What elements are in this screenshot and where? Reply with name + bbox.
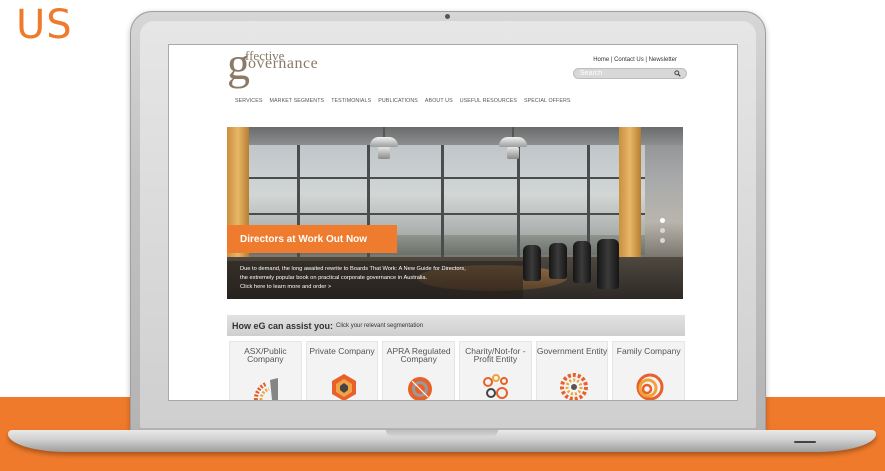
search-icon[interactable] [674, 70, 681, 77]
logo-bottom-word: overnance [248, 55, 319, 72]
chair-icon [523, 245, 541, 281]
assist-title: How eG can assist you: [232, 320, 334, 331]
pendant-lamp-icon [370, 127, 398, 163]
hero-learn-more-link[interactable]: Click here to learn more and order > [240, 283, 523, 292]
hero-caption: Due to demand, the long awaited rewrite … [227, 261, 523, 299]
laptop-led [794, 441, 816, 443]
search-box[interactable] [573, 68, 687, 79]
window-mullion [441, 145, 444, 260]
hero-ceiling [227, 127, 683, 145]
government-segment-icon [559, 373, 588, 400]
assist-bar: How eG can assist you: Click your releva… [227, 315, 685, 336]
segment-card-apra[interactable]: APRA Regulated Company [382, 341, 456, 400]
slide-dot[interactable] [660, 218, 665, 223]
hero-banner[interactable]: Directors at Work Out Now [227, 225, 397, 253]
pendant-lamp-icon [499, 127, 527, 163]
nav-publications[interactable]: PUBLICATIONS [378, 98, 418, 104]
chair-icon [549, 243, 567, 279]
segment-card-family[interactable]: Family Company [612, 341, 686, 400]
hero-caption-line: Due to demand, the long awaited rewrite … [240, 266, 466, 272]
hero-slider[interactable]: Directors at Work Out Now Due to demand,… [227, 127, 683, 299]
corner-text: US [16, 2, 73, 48]
segment-label: Private Company [309, 346, 375, 356]
segment-cards: ASX/Public Company Private Company APRA … [229, 341, 686, 400]
laptop-screen: g ffective overnance Home | Contact Us |… [168, 44, 738, 401]
assist-subtitle: Click your relevant segmentation [336, 322, 424, 329]
chair-icon [597, 239, 619, 289]
chair-icon [573, 241, 591, 283]
nav-useful-resources[interactable]: USEFUL RESOURCES [460, 98, 517, 104]
laptop-notch [386, 430, 498, 437]
window-transom [245, 177, 645, 179]
segment-card-asx-public[interactable]: ASX/Public Company [229, 341, 302, 400]
segment-card-private[interactable]: Private Company [305, 341, 379, 400]
window-transom [245, 213, 645, 215]
nav-services[interactable]: SERVICES [235, 98, 263, 104]
nav-market-segments[interactable]: MARKET SEGMENTS [270, 98, 325, 104]
nav-testimonials[interactable]: TESTIMONIALS [331, 98, 371, 104]
segment-label: Government Entity [536, 346, 608, 356]
charity-segment-icon [483, 374, 509, 399]
hero-caption-line: the extremely popular book on practical … [240, 275, 428, 281]
nav-special-offers[interactable]: SPECIAL OFFERS [524, 98, 571, 104]
website: g ffective overnance Home | Contact Us |… [169, 45, 737, 400]
private-company-segment-icon [331, 374, 356, 400]
segment-label: APRA Regulated Company [386, 346, 451, 364]
segment-card-government[interactable]: Government Entity [535, 341, 609, 400]
slide-dot[interactable] [660, 238, 665, 243]
slide-dot[interactable] [660, 228, 665, 233]
search-input[interactable] [580, 69, 670, 78]
main-nav: SERVICES MARKET SEGMENTS TESTIMONIALS PU… [235, 98, 571, 104]
site-logo[interactable]: g ffective overnance [227, 45, 367, 93]
segment-label: ASX/Public Company [244, 346, 287, 364]
asx-public-segment-icon [253, 378, 278, 400]
apra-regulated-segment-icon [408, 377, 433, 400]
segment-card-charity[interactable]: Charity/Not-for -Profit Entity [459, 341, 532, 400]
family-company-segment-icon [636, 373, 664, 400]
laptop-base [8, 430, 876, 452]
segment-label: Family Company [616, 346, 681, 356]
slide-dots [660, 218, 665, 243]
top-links[interactable]: Home | Contact Us | Newsletter [593, 57, 677, 63]
camera-icon [445, 14, 450, 19]
nav-about-us[interactable]: ABOUT US [425, 98, 453, 104]
segment-label: Charity/Not-for -Profit Entity [465, 346, 526, 364]
